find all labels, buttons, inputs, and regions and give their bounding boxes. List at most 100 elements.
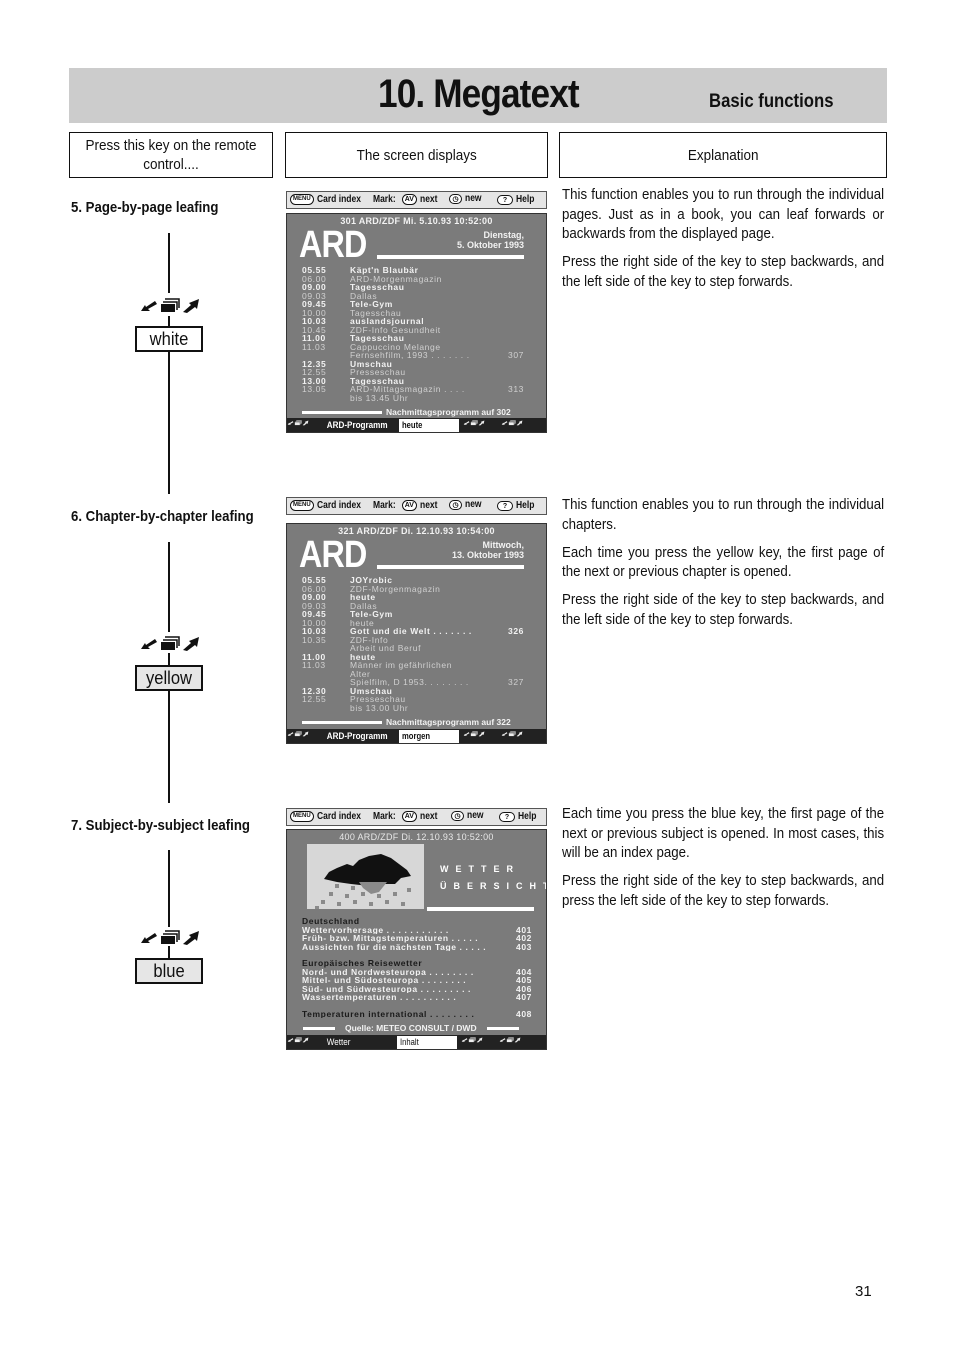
- programme-time: 13.05: [302, 384, 327, 394]
- footer-bar: [303, 1026, 335, 1030]
- title-underline: [377, 565, 524, 569]
- column-header-key-label: Press this key on the remote control....: [85, 137, 257, 173]
- index-row[interactable]: Früh- bzw. Mittagstemperaturen . . . . .…: [302, 934, 532, 943]
- explanation-paragraph: Press the right side of the key to step …: [562, 252, 884, 291]
- index-row[interactable]: Nord- und Nordwesteuropa . . . . . . . .…: [302, 967, 532, 977]
- yellow-key-button[interactable]: yellow: [135, 665, 203, 691]
- programme-name: ZDF-Morgenmagazin: [350, 583, 441, 594]
- explanation-subject-leafing: Each time you press the blue key, the fi…: [562, 804, 884, 919]
- index-row[interactable]: Mittel- und Südosteuropa . . . . . . . .…: [302, 976, 532, 985]
- index-row[interactable]: Süd- und Südwesteuropa . . . . . . . . .…: [302, 984, 532, 994]
- explanation-paragraph: Press the right side of the key to step …: [562, 590, 884, 629]
- leaf-arrows-icon: [139, 296, 203, 314]
- connector-line: [168, 542, 170, 632]
- column-header-key: Press this key on the remote control....: [69, 132, 273, 178]
- leaf-arrows-icon: [287, 730, 325, 742]
- screen-footer: Quelle: METEO CONSULT / DWD: [303, 1023, 530, 1033]
- explanation-chapter-leafing: This function enables you to run through…: [562, 495, 884, 638]
- footer-bar: [302, 410, 382, 414]
- index-name: Wettervorhersage . . . . . . . . . . .: [302, 925, 449, 934]
- av-key-icon: AV: [401, 500, 417, 511]
- programme-time: [302, 394, 350, 403]
- new-button[interactable]: ◷ new: [449, 193, 484, 204]
- bottom-bar-label: Wetter: [326, 1037, 351, 1047]
- mark-next-button[interactable]: Mark: AV next: [373, 194, 440, 205]
- index-heading: Deutschland: [302, 916, 360, 926]
- title-underline: [427, 907, 534, 911]
- programme-row: Spielfilm, D 1953. . . . . . . . 327: [302, 678, 524, 687]
- screen-footer: Nachmittagsprogramm auf 322: [302, 717, 524, 727]
- index-row[interactable]: Wettervorhersage . . . . . . . . . . . 40…: [302, 925, 532, 935]
- title-underline: [377, 255, 524, 259]
- menu-key-icon: MENU: [290, 194, 314, 205]
- connector-line: [168, 316, 170, 326]
- explanation-paragraph: Each time you press the yellow key, the …: [562, 543, 884, 582]
- help-button[interactable]: ? Help: [497, 194, 538, 205]
- mark-label: Mark:: [373, 500, 396, 511]
- column-header-screen: The screen displays: [285, 132, 548, 178]
- explanation-paragraph: This function enables you to run through…: [562, 185, 884, 244]
- column-header-screen-label: The screen displays: [356, 146, 477, 164]
- help-button[interactable]: ? Help: [497, 500, 538, 511]
- programme-row: 06.00 ZDF-Morgenmagazin: [302, 583, 524, 594]
- programme-row: 09.45 Tele-Gym: [302, 300, 524, 309]
- index-page: 403: [516, 941, 532, 952]
- leaf-arrows-icon: [287, 1036, 325, 1048]
- programme-row: 12.30 Umschau: [302, 686, 524, 696]
- index-name: Mittel- und Südosteuropa . . . . . . . .: [302, 976, 467, 985]
- programme-time: 11.03: [302, 660, 326, 670]
- leaf-arrows-icon: [501, 419, 539, 431]
- weather-title: WETTER: [440, 864, 520, 874]
- page-title: 10. Megatext: [378, 72, 580, 116]
- bottom-bar-label: ARD-Programm: [326, 420, 388, 430]
- leaf-arrows-icon: [499, 1036, 537, 1048]
- footer-text: Quelle: METEO CONSULT / DWD: [345, 1023, 477, 1033]
- connector-line: [168, 850, 170, 927]
- index-row[interactable]: Temperaturen international . . . . . . .…: [302, 1009, 532, 1019]
- programme-time: 11.03: [302, 341, 326, 352]
- programme-page: 313: [508, 384, 524, 394]
- new-button[interactable]: ◷ new: [451, 810, 486, 821]
- av-key-icon: AV: [401, 811, 417, 822]
- bottom-bar-field: morgen: [399, 729, 459, 743]
- programme-name: Arbeit und Beruf: [350, 643, 422, 653]
- card-index-button[interactable]: MENU Card index: [290, 811, 368, 822]
- programme-row: 13.05 ARD-Mittagsmagazin . . . . 313: [302, 385, 524, 394]
- footer-text: Nachmittagsprogramm auf 302: [386, 407, 511, 417]
- screen-date-day: Dienstag,: [483, 230, 524, 240]
- screen-date: Mittwoch, 13. Oktober 1993: [452, 540, 524, 560]
- index-row[interactable]: Aussichten für die nächsten Tage . . . .…: [302, 941, 532, 952]
- programme-row: 09.45 Tele-Gym: [302, 610, 524, 619]
- section-title-subject-leafing: 7. Subject-by-subject leafing: [71, 817, 250, 834]
- blue-key-button[interactable]: blue: [135, 958, 203, 984]
- programme-name: Tele-Gym: [350, 609, 393, 619]
- index-row[interactable]: Wassertemperaturen . . . . . . . . . . 40…: [302, 993, 532, 1002]
- mark-next-button[interactable]: Mark: AV next: [373, 500, 440, 511]
- card-index-button[interactable]: MENU Card index: [290, 194, 368, 205]
- programme-row: bis 13.45 Uhr: [302, 393, 524, 403]
- mark-next-button[interactable]: Mark: AV next: [373, 811, 440, 822]
- connector-line: [168, 233, 170, 293]
- card-index-button[interactable]: MENU Card index: [290, 500, 368, 511]
- leaf-arrows-icon: [463, 419, 501, 431]
- white-key-button[interactable]: white: [135, 326, 203, 352]
- white-key-label: white: [149, 328, 189, 349]
- explanation-page-leafing: This function enables you to run through…: [562, 185, 884, 300]
- explanation-text: Each time you press the blue key, the fi…: [562, 805, 885, 862]
- explanation-text: Each time you press the yellow key, the …: [562, 543, 885, 581]
- connector-line: [168, 691, 170, 803]
- help-label: Help: [516, 194, 535, 205]
- programme-row: 09.03 Dallas: [302, 291, 524, 301]
- programme-name: bis 13.00 Uhr: [350, 702, 409, 713]
- programme-row: 09.00 heute: [302, 593, 524, 602]
- new-button[interactable]: ◷ new: [449, 499, 484, 510]
- clock-icon: ◷: [449, 499, 462, 510]
- index-name: Wassertemperaturen . . . . . . . . . .: [302, 993, 457, 1002]
- clock-icon: ◷: [451, 810, 464, 821]
- screen-bottom-bar: ARD-Programm heute: [287, 418, 546, 432]
- leaf-arrows-icon: [501, 730, 539, 742]
- help-button[interactable]: ? Help: [499, 811, 540, 822]
- mark-label: Mark:: [373, 194, 396, 205]
- screen-date-day: Mittwoch,: [482, 540, 525, 550]
- index-name: Temperaturen international . . . . . . .…: [302, 1009, 475, 1018]
